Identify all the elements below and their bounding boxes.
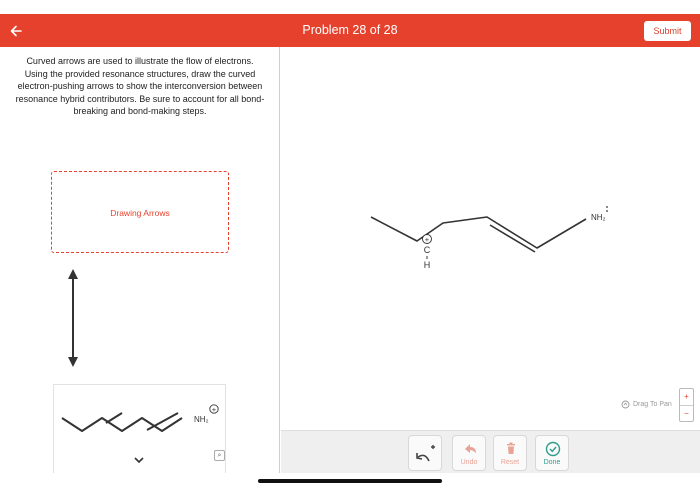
carbocation-charge: + [425,235,430,244]
amine-group-label: NH₂ [194,415,209,424]
home-indicator [258,479,442,483]
header-bar: Problem 28 of 28 Submit [0,14,700,47]
add-curved-arrow-button[interactable] [408,435,442,471]
lone-pair-dot [606,210,608,212]
undo-icon [465,444,476,453]
chevron-down-icon[interactable] [133,455,145,465]
zoom-control: + − [679,388,694,422]
hydrogen-label: H [424,260,431,270]
done-button[interactable]: Done [535,435,569,471]
done-label: Done [543,459,561,466]
drawing-canvas[interactable]: + C H NH₂ Drag To Pan + − [281,47,700,473]
zoom-icon[interactable]: ⌕ [214,450,225,461]
bottom-toolbar: Undo Reset Done [281,430,700,473]
resonance-double-arrow-icon [68,269,78,367]
drawing-arrows-dropzone[interactable]: Drawing Arrows [51,171,229,253]
question-panel: Curved arrows are used to illustrate the… [0,47,280,473]
app-frame: Problem 28 of 28 Submit Curved arrows ar… [0,0,700,487]
drag-to-pan-label: Drag To Pan [633,401,672,408]
carbon-label: C [424,245,431,255]
undo-label: Undo [460,459,478,466]
amine-group-label: NH₂ [591,213,606,222]
drag-to-pan-button[interactable]: Drag To Pan [621,400,672,409]
zoom-in-button[interactable]: + [680,389,693,405]
positive-charge: + [212,405,217,414]
instructions-text: Curved arrows are used to illustrate the… [15,56,265,117]
drop-zone-label: Drawing Arrows [110,208,170,218]
zoom-out-button[interactable]: − [680,405,693,421]
problem-title: Problem 28 of 28 [302,23,398,37]
carbocation-structure: + C H NH₂ [370,206,608,270]
lone-pair-dot [606,206,608,208]
undo-button[interactable]: Undo [452,435,486,471]
hand-icon [621,400,630,409]
reset-label: Reset [500,459,520,466]
submit-button[interactable]: Submit [644,21,691,41]
reset-button[interactable]: Reset [493,435,527,471]
check-circle-icon [545,441,561,457]
curved-arrow-add-icon [416,445,435,462]
trash-icon [507,442,515,454]
